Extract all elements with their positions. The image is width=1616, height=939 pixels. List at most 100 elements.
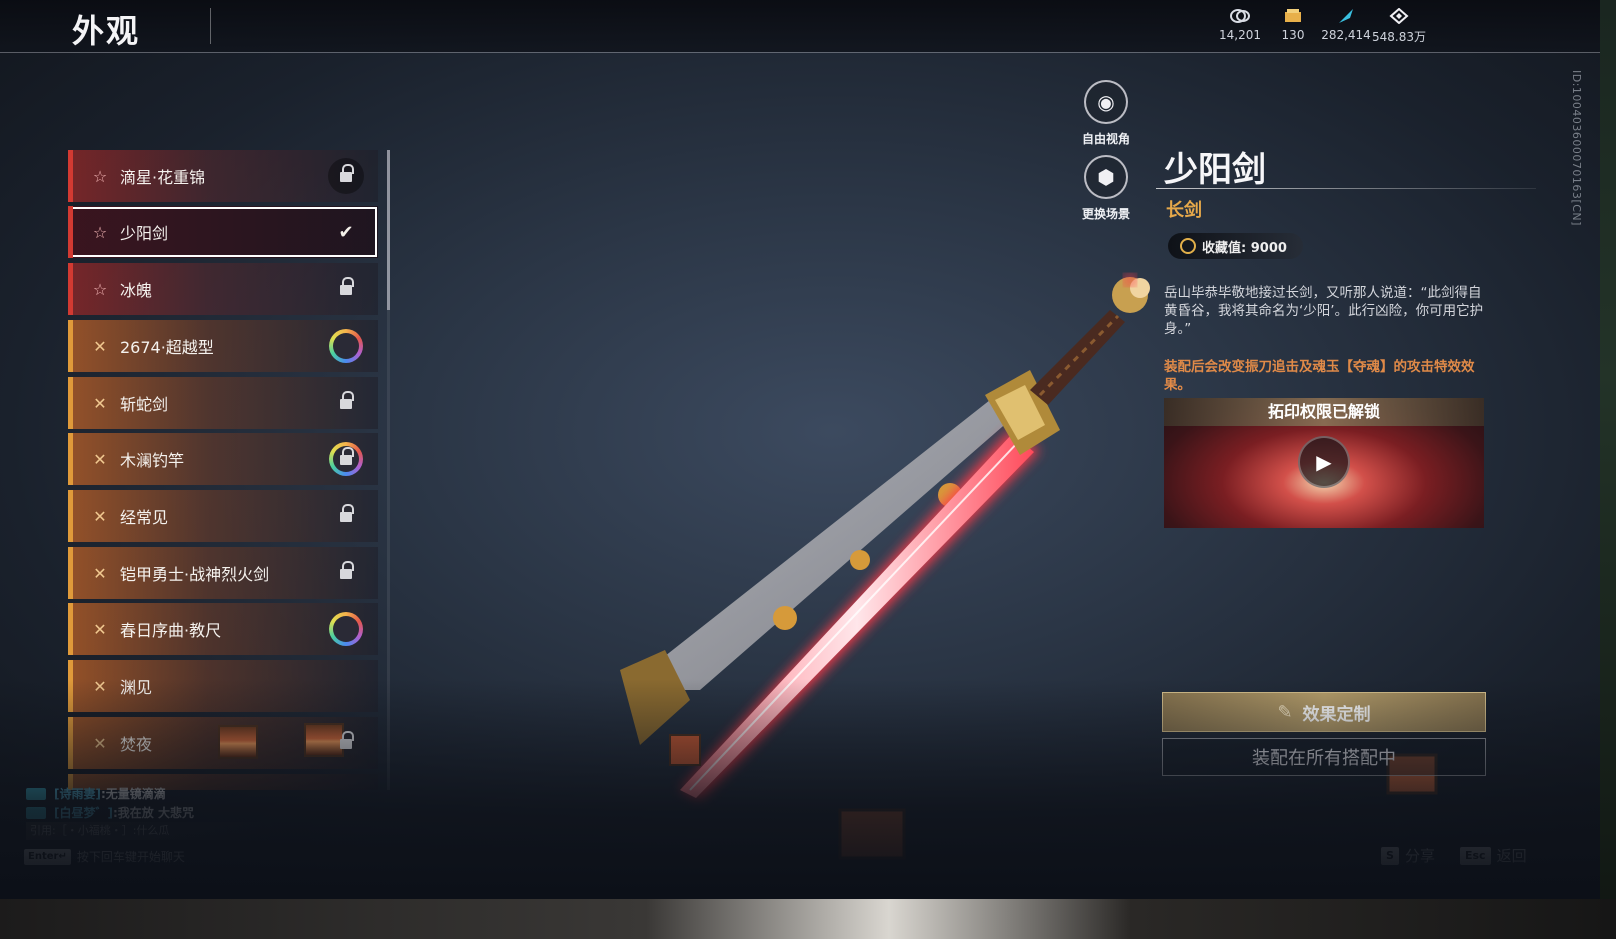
rarity-edge bbox=[68, 547, 73, 599]
list-item[interactable]: ✕ 木澜钓竿 bbox=[68, 433, 378, 485]
equip-all-button[interactable]: 装配在所有搭配中 bbox=[1162, 738, 1486, 776]
chat-hint-text: 按下回车键开始聊天 bbox=[76, 850, 185, 864]
cross-rarity-icon: ✕ bbox=[93, 506, 107, 526]
list-item[interactable]: ✕ 春日序曲·教尺 bbox=[68, 603, 378, 655]
rarity-edge bbox=[68, 490, 73, 542]
feather-icon bbox=[1339, 9, 1353, 23]
rarity-edge bbox=[68, 774, 73, 790]
free-view-button[interactable]: ◉ 自由视角 bbox=[1078, 80, 1134, 147]
lantern-icon bbox=[304, 723, 344, 757]
rarity-edge bbox=[68, 433, 73, 485]
item-description: 岳山毕恭毕敬地接过长剑，又听那人说道：“此剑得自黄昏谷，我将其命名为‘少阳’。此… bbox=[1164, 285, 1484, 337]
page-title: 外观 bbox=[72, 12, 141, 50]
item-state bbox=[328, 385, 364, 421]
list-item-selected[interactable]: ☆ 少阳剑 ✔ bbox=[68, 206, 378, 258]
lock-icon bbox=[340, 163, 354, 183]
list-item[interactable]: ✕ 经常见 bbox=[68, 490, 378, 542]
item-state bbox=[328, 611, 364, 647]
list-item[interactable]: ✕ 焚夜 bbox=[68, 717, 378, 769]
list-item[interactable]: ✕ 斩蛇剑 bbox=[68, 377, 378, 429]
list-item[interactable]: ✕ 2674·超越型 bbox=[68, 320, 378, 372]
list-item[interactable]: ✕ 渊见 bbox=[68, 660, 378, 712]
item-label: 冰魄 bbox=[120, 281, 153, 300]
item-state bbox=[328, 498, 364, 534]
effect-preview-video[interactable]: 拓印权限已解锁 ▶ bbox=[1164, 398, 1484, 528]
rarity-edge bbox=[68, 206, 73, 258]
wrench-icon: ✎ bbox=[1277, 701, 1293, 723]
list-item[interactable]: ☆ 滴星·花重锦 bbox=[68, 150, 378, 202]
change-scene-label: 更换场景 bbox=[1081, 207, 1130, 221]
cross-rarity-icon: ✕ bbox=[93, 619, 107, 639]
diamond-icon bbox=[1389, 8, 1409, 24]
s-key: S bbox=[1381, 846, 1399, 865]
cross-rarity-icon: ✕ bbox=[93, 336, 107, 356]
play-icon[interactable]: ▶ bbox=[1298, 436, 1350, 488]
rarity-edge bbox=[68, 150, 73, 202]
equip-all-label: 装配在所有搭配中 bbox=[1252, 748, 1396, 769]
collection-value-badge: 收藏值: 9000 bbox=[1168, 233, 1303, 259]
item-label: 斩蛇剑 bbox=[120, 395, 169, 414]
item-state: ✔ bbox=[328, 214, 364, 250]
chat-message: [诗雨妻] :无量镜滴滴 bbox=[26, 784, 276, 803]
lock-icon bbox=[340, 560, 354, 580]
chat-box: [诗雨妻] :无量镜滴滴 [白昼梦゛] :我在放 大悲咒 引用:［・小福桃・］:… bbox=[26, 784, 276, 840]
cross-rarity-icon: ✕ bbox=[93, 449, 107, 469]
chat-sender[interactable]: [白昼梦゛] bbox=[54, 804, 113, 821]
list-item[interactable]: ✕ 铠甲勇士·战神烈火剑 bbox=[68, 547, 378, 599]
item-state bbox=[328, 555, 364, 591]
checkmark-icon: ✔ bbox=[338, 221, 354, 243]
lock-icon bbox=[340, 503, 354, 523]
item-label: 木澜钓竿 bbox=[120, 451, 185, 470]
list-item-partial[interactable] bbox=[68, 774, 378, 790]
chat-input-hint[interactable]: Enter↵ 按下回车键开始聊天 bbox=[24, 848, 185, 865]
item-label: 春日序曲·教尺 bbox=[120, 621, 222, 640]
coin-stack-icon bbox=[1230, 9, 1250, 23]
chat-message: [白昼梦゛] :我在放 大悲咒 bbox=[26, 803, 276, 822]
item-label: 经常见 bbox=[120, 508, 169, 527]
chat-sender[interactable]: [诗雨妻] bbox=[54, 785, 101, 802]
background-window-strip bbox=[1600, 0, 1616, 939]
customize-effect-button[interactable]: ✎ 效果定制 bbox=[1162, 692, 1486, 732]
item-label: 渊见 bbox=[120, 678, 153, 697]
top-bar: 外观 14,201 130 282,414 548.83万 bbox=[0, 0, 1600, 52]
item-label: 2674·超越型 bbox=[120, 338, 214, 357]
chat-text: :我在放 大悲咒 bbox=[112, 806, 194, 820]
cross-rarity-icon: ✕ bbox=[93, 393, 107, 413]
share-button[interactable]: S 分享 bbox=[1381, 845, 1435, 866]
lock-icon bbox=[340, 446, 354, 466]
change-scene-button[interactable]: ⬢ 更换场景 bbox=[1078, 155, 1134, 222]
list-scroll-thumb[interactable] bbox=[387, 150, 390, 310]
share-label: 分享 bbox=[1404, 847, 1435, 865]
list-item[interactable]: ☆ 冰魄 bbox=[68, 263, 378, 315]
rarity-edge bbox=[68, 717, 73, 769]
gold-ticket-icon bbox=[1285, 9, 1301, 22]
game-viewport: 外观 14,201 130 282,414 548.83万 ID:1004036… bbox=[0, 0, 1600, 899]
free-view-label: 自由视角 bbox=[1081, 132, 1130, 146]
back-label: 返回 bbox=[1496, 847, 1527, 865]
collection-value: 收藏值: 9000 bbox=[1202, 240, 1287, 256]
currency-coin[interactable]: 14,201 bbox=[1210, 8, 1270, 42]
star-icon: ☆ bbox=[92, 166, 108, 186]
currency-ticket[interactable]: 130 bbox=[1263, 8, 1323, 42]
rarity-edge bbox=[68, 263, 73, 315]
currency-diamond[interactable]: 548.83万 bbox=[1369, 8, 1429, 45]
chat-channel-icon bbox=[26, 806, 46, 819]
top-bar-divider bbox=[0, 52, 1600, 53]
star-icon: ☆ bbox=[92, 222, 108, 242]
cross-rarity-icon: ✕ bbox=[93, 676, 107, 696]
title-divider bbox=[210, 8, 211, 44]
cube-icon: ⬢ bbox=[1084, 155, 1128, 199]
currency-feather[interactable]: 282,414 bbox=[1316, 8, 1376, 42]
rarity-edge bbox=[68, 603, 73, 655]
item-state bbox=[328, 725, 364, 761]
currency-feather-value: 282,414 bbox=[1321, 28, 1371, 42]
player-id: ID:100403600070163[CN] bbox=[1570, 70, 1583, 226]
currency-ticket-value: 130 bbox=[1281, 28, 1305, 42]
cross-rarity-icon: ✕ bbox=[93, 563, 107, 583]
back-button[interactable]: Esc 返回 bbox=[1460, 845, 1527, 866]
item-label: 滴星·花重锦 bbox=[120, 168, 206, 187]
rainbow-ring-icon bbox=[329, 329, 363, 363]
lock-icon bbox=[340, 390, 354, 410]
appearance-list[interactable]: ☆ 滴星·花重锦 ☆ 少阳剑 ✔ ☆ 冰魄 ✕ 2674·超越型 ✕ 斩蛇剑 ✕… bbox=[68, 150, 378, 790]
currency-coin-value: 14,201 bbox=[1219, 28, 1261, 42]
